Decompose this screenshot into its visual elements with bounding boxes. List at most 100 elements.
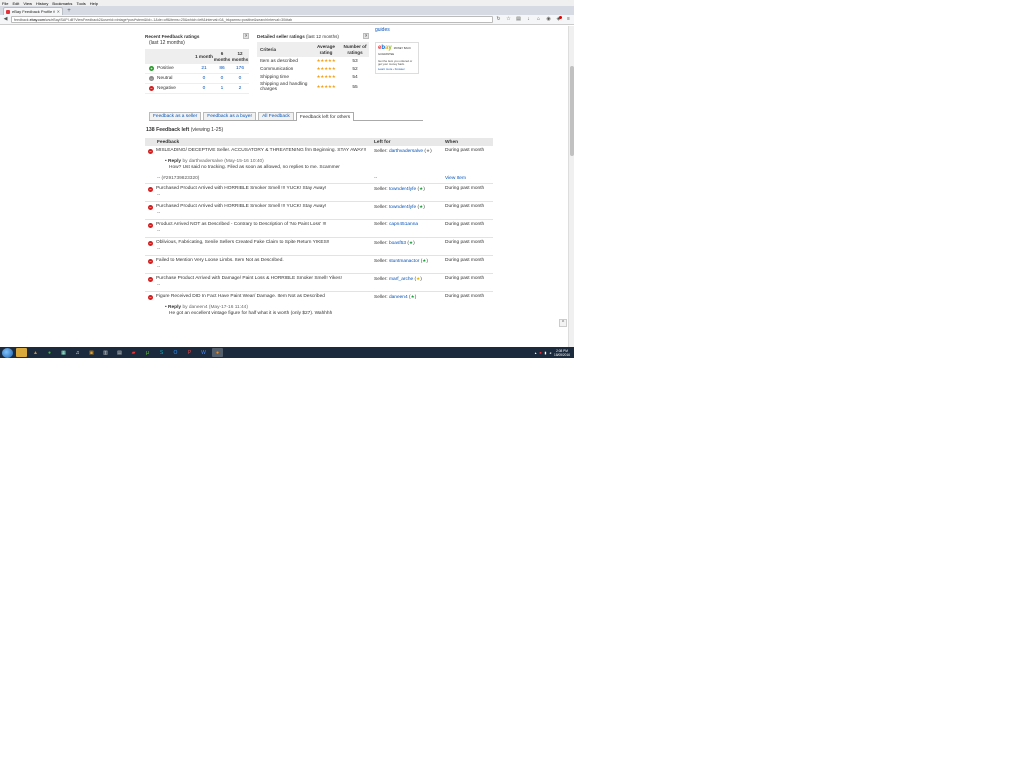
browser-tab[interactable]: eBay Feedback Profile for s… ✕ bbox=[3, 7, 63, 15]
url-rest: /ws/eBayISAPI.dll?ViewFeedback2&userid=v… bbox=[44, 17, 293, 22]
seller-link[interactable]: daneen4 bbox=[389, 295, 408, 300]
home-icon[interactable]: ⌂ bbox=[535, 16, 542, 23]
menu-file[interactable]: File bbox=[2, 1, 8, 6]
toolbar-icons: ↻ ☆ ▤ ↓ ⌂ ◉ ◈ ≡ bbox=[495, 16, 572, 23]
negative-icon: − bbox=[148, 204, 153, 210]
money-back-guarantee-promo[interactable]: ebay MONEY BACK GUARANTEE Get the item yo… bbox=[375, 42, 419, 74]
guides-link[interactable]: guides bbox=[375, 27, 390, 33]
view-item-link[interactable]: View Item bbox=[445, 176, 466, 181]
menu-view[interactable]: View bbox=[23, 1, 32, 6]
feedback-table: Feedback Left for When − MISLEADING/ DECE… bbox=[145, 138, 493, 319]
url-bar[interactable]: feedback. ebay.com/ws/eBayISAPI.dll?ViewF… bbox=[11, 16, 493, 23]
seller-link[interactable]: marf_arche bbox=[389, 277, 413, 282]
outlook-icon[interactable]: O bbox=[170, 348, 181, 357]
spreadsheet-icon[interactable]: ▦ bbox=[58, 348, 69, 357]
close-tab-icon[interactable]: ✕ bbox=[57, 9, 60, 14]
positive-1-month[interactable]: 21 bbox=[195, 66, 213, 71]
negative-icon: − bbox=[148, 240, 153, 246]
dsr-subtitle: (last 12 months) bbox=[306, 33, 339, 39]
neutral-label: Neutral bbox=[157, 76, 173, 81]
tray-flag-icon[interactable]: ■ bbox=[539, 351, 541, 355]
url-host: ebay.com bbox=[29, 17, 45, 22]
seller-link[interactable]: darthvadersalve bbox=[389, 149, 423, 154]
neutral-12-months[interactable]: 0 bbox=[231, 76, 249, 81]
back-to-top-button[interactable]: ^ bbox=[559, 319, 567, 327]
clock-date: 18/05/2016 bbox=[554, 352, 570, 357]
word-icon[interactable]: W bbox=[198, 348, 209, 357]
star-rating-icon: ★★★★★ bbox=[316, 74, 336, 79]
clock-time: 2:08 PM bbox=[556, 348, 568, 353]
acrobat-icon[interactable]: ▰ bbox=[128, 348, 139, 357]
firefox-icon[interactable]: ● bbox=[212, 348, 223, 357]
menu-hamburger-icon[interactable]: ≡ bbox=[565, 16, 572, 23]
dsr-header-row: Criteria Average rating Number of rating… bbox=[257, 42, 369, 57]
dsr-help-button[interactable]: ? bbox=[363, 33, 369, 39]
dsr-header-average: Average rating bbox=[317, 44, 335, 55]
bookmarks-list-icon[interactable]: ▤ bbox=[515, 16, 522, 23]
game-icon[interactable]: ▣ bbox=[86, 348, 97, 357]
seller-link[interactable]: stuntmanactor bbox=[389, 259, 419, 264]
dsr-row-item-described: Item as described ★★★★★ 53 bbox=[260, 58, 358, 64]
menu-edit[interactable]: Edit bbox=[12, 1, 19, 6]
extension-icon[interactable]: ◈ bbox=[555, 16, 562, 23]
recent-title-row: Recent Feedback ratings ? bbox=[145, 33, 249, 39]
file-explorer-icon[interactable] bbox=[16, 348, 27, 357]
system-clock[interactable]: 2:08 PM 18/05/2016 bbox=[554, 349, 570, 357]
seller-link[interactable]: boasf53 bbox=[389, 241, 406, 246]
table-row: − Failed to Mention Very Loose Limbs. Ite… bbox=[145, 256, 493, 274]
tab-feedback-left-for-others[interactable]: Feedback left for others bbox=[295, 112, 355, 121]
feedback-tabs: Feedback as a seller Feedback as a buyer… bbox=[149, 112, 423, 121]
feedback-text: MISLEADING/ DECEPTIVE Seller. ACCUSATORY… bbox=[156, 148, 367, 153]
seller-link[interactable]: capn451anna bbox=[389, 222, 418, 227]
tab-bar: eBay Feedback Profile for s… ✕ + bbox=[0, 6, 574, 15]
negative-12-months[interactable]: 2 bbox=[231, 86, 249, 91]
neutral-6-months[interactable]: 0 bbox=[213, 76, 231, 81]
header-feedback: Feedback bbox=[157, 139, 180, 145]
tray-volume-icon[interactable]: ◂ bbox=[549, 351, 551, 355]
tab-title: eBay Feedback Profile for s… bbox=[12, 9, 55, 14]
notepad-icon[interactable]: ▤ bbox=[114, 348, 125, 357]
vertical-scrollbar[interactable] bbox=[568, 26, 574, 347]
positive-12-months[interactable]: 176 bbox=[231, 66, 249, 71]
reply-text: He got an excellent vintage figure for h… bbox=[169, 311, 333, 316]
tray-expand-icon[interactable]: ▴ bbox=[535, 351, 537, 355]
reload-icon[interactable]: ↻ bbox=[495, 16, 502, 23]
negative-icon: − bbox=[148, 222, 153, 228]
recent-feedback-ratings: Recent Feedback ratings ? (last 12 month… bbox=[145, 33, 249, 94]
tab-all-feedback[interactable]: All Feedback bbox=[258, 112, 294, 120]
neutral-1-month[interactable]: 0 bbox=[195, 76, 213, 81]
scrollbar-thumb[interactable] bbox=[570, 66, 574, 156]
start-button-icon[interactable] bbox=[2, 347, 13, 358]
calculator-icon[interactable]: ▥ bbox=[100, 348, 111, 357]
menu-bookmarks[interactable]: Bookmarks bbox=[52, 1, 72, 6]
tab-feedback-as-buyer[interactable]: Feedback as a buyer bbox=[203, 112, 257, 120]
chrome-icon[interactable]: ● bbox=[44, 348, 55, 357]
new-tab-icon[interactable]: + bbox=[65, 8, 73, 15]
menu-help[interactable]: Help bbox=[90, 1, 98, 6]
star-rating-icon: ★★★★★ bbox=[316, 58, 336, 63]
recent-help-button[interactable]: ? bbox=[243, 33, 249, 39]
powerpoint-icon[interactable]: P bbox=[184, 348, 195, 357]
vlc-icon[interactable]: ▲ bbox=[30, 348, 41, 357]
money-back-link[interactable]: Learn more › browser bbox=[378, 67, 416, 71]
tab-feedback-as-seller[interactable]: Feedback as a seller bbox=[149, 112, 202, 120]
utorrent-icon[interactable]: µ bbox=[142, 348, 153, 357]
negative-6-months[interactable]: 1 bbox=[213, 86, 231, 91]
positive-6-months[interactable]: 86 bbox=[213, 66, 231, 71]
download-icon[interactable]: ↓ bbox=[525, 16, 532, 23]
back-arrow-icon[interactable]: ◀ bbox=[2, 16, 9, 23]
tray-network-icon[interactable]: ▮ bbox=[544, 351, 546, 355]
negative-1-month[interactable]: 0 bbox=[195, 86, 213, 91]
header-12-months: 12 months bbox=[231, 51, 249, 62]
positive-icon: + bbox=[149, 66, 154, 71]
skype-icon[interactable]: S bbox=[156, 348, 167, 357]
menu-history[interactable]: History bbox=[36, 1, 48, 6]
chat-icon[interactable]: ◉ bbox=[545, 16, 552, 23]
negative-icon: − bbox=[148, 148, 153, 154]
bookmark-star-icon[interactable]: ☆ bbox=[505, 16, 512, 23]
seller-link[interactable]: townder4lyfe bbox=[389, 205, 416, 210]
seller-link[interactable]: townder4lyfe bbox=[389, 187, 416, 192]
star-rating-icon: ★★★★★ bbox=[316, 66, 336, 71]
menu-tools[interactable]: Tools bbox=[76, 1, 85, 6]
media-player-icon[interactable]: ♫ bbox=[72, 348, 83, 357]
